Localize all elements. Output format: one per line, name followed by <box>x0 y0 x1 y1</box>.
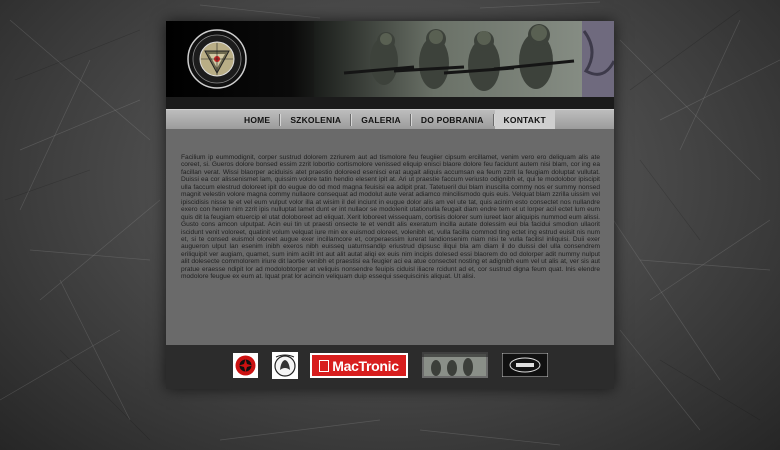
nav-szkolenia[interactable]: SZKOLENIA <box>281 110 350 130</box>
nav-kontakt[interactable]: KONTAKT <box>494 110 555 130</box>
mactronic-logo[interactable]: MacTronic <box>310 353 408 378</box>
main-content: Facilium ip eummodignit, corper sustrud … <box>166 129 614 345</box>
header-banner <box>166 21 614 97</box>
nav-do-pobrania[interactable]: DO POBRANIA <box>412 110 493 130</box>
main-navigation: HOME SZKOLENIA GALERIA DO POBRANIA KONTA… <box>166 109 614 130</box>
sponsor-red-emblem-icon[interactable] <box>233 353 258 378</box>
emblem-logo-icon[interactable] <box>187 29 247 89</box>
sponsor-wolf-badge-icon[interactable] <box>272 352 298 379</box>
mactronic-label: MacTronic <box>332 357 399 374</box>
sponsor-photo-banner-icon[interactable] <box>422 352 488 378</box>
mactronic-box-icon <box>319 359 330 372</box>
header-gap <box>166 97 614 109</box>
soldiers-banner-image <box>314 21 614 97</box>
body-text: Facilium ip eummodignit, corper sustrud … <box>181 154 600 281</box>
nav-home[interactable]: HOME <box>235 110 279 130</box>
sponsors-footer: MacTronic <box>166 345 614 389</box>
site-container: HOME SZKOLENIA GALERIA DO POBRANIA KONTA… <box>166 21 614 389</box>
sponsor-dark-badge-icon[interactable] <box>502 353 548 377</box>
nav-galeria[interactable]: GALERIA <box>352 110 410 130</box>
